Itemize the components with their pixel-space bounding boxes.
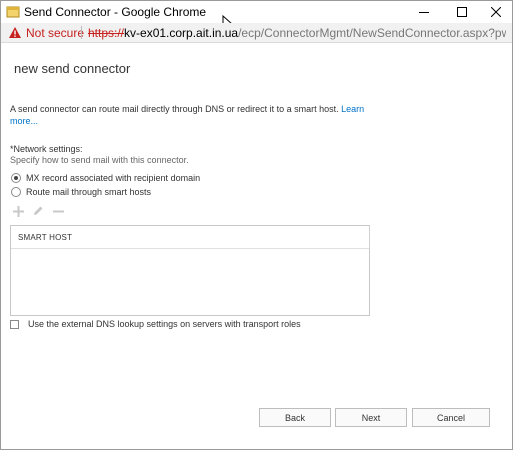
mx-record-radio[interactable] [11, 173, 21, 183]
smart-hosts-label: Route mail through smart hosts [26, 187, 152, 197]
external-dns-label: Use the external DNS lookup settings on … [28, 319, 301, 329]
edit-icon [34, 206, 43, 215]
external-dns-option[interactable]: Use the external DNS lookup settings on … [10, 319, 301, 329]
mx-record-label: MX record associated with recipient doma… [26, 173, 201, 183]
browser-window: Send Connector - Google Chrome Not secur… [0, 0, 513, 450]
intro-text: A send connector can route mail directly… [10, 103, 365, 127]
network-settings-label: *Network settings: [10, 144, 83, 154]
close-icon [491, 7, 501, 17]
external-dns-checkbox[interactable] [10, 319, 19, 329]
warning-icon [9, 27, 21, 38]
intro-body: A send connector can route mail directly… [10, 104, 342, 114]
address-bar[interactable]: Not secure https://kv-ex01.corp.ait.in.u… [1, 23, 512, 43]
table-header: SMART HOST [11, 226, 370, 249]
divider [81, 26, 82, 39]
remove-button[interactable] [51, 204, 65, 218]
title-bar[interactable]: Send Connector - Google Chrome [1, 1, 513, 31]
next-button[interactable]: Next [335, 408, 407, 427]
page-icon [6, 6, 20, 18]
maximize-icon [457, 7, 467, 17]
maximize-button[interactable] [445, 1, 479, 23]
url-text[interactable]: https://kv-ex01.corp.ait.in.ua/ecp/Conne… [88, 26, 506, 40]
option-smart-hosts[interactable]: Route mail through smart hosts [11, 186, 151, 198]
add-button[interactable] [11, 204, 25, 218]
minimize-icon [419, 12, 429, 13]
window-title: Send Connector - Google Chrome [24, 5, 207, 19]
cancel-button[interactable]: Cancel [412, 408, 490, 427]
security-status[interactable]: Not secure [26, 26, 84, 40]
smart-hosts-radio[interactable] [11, 187, 21, 197]
smart-host-column-header[interactable]: SMART HOST [11, 226, 370, 249]
close-button[interactable] [479, 1, 513, 23]
smart-host-table[interactable]: SMART HOST [10, 225, 370, 316]
url-path: /ecp/ConnectorMgmt/NewSendConnector.aspx… [238, 26, 506, 40]
network-settings-hint: Specify how to send mail with this conne… [10, 155, 189, 165]
option-mx-record[interactable]: MX record associated with recipient doma… [11, 172, 200, 184]
minimize-button[interactable] [407, 1, 441, 23]
add-icon [12, 205, 24, 217]
column-label: SMART HOST [18, 233, 73, 242]
url-host: kv-ex01.corp.ait.in.ua [124, 26, 239, 40]
page-title: new send connector [14, 61, 131, 76]
url-scheme: https:// [88, 26, 125, 40]
smart-host-toolbar [11, 204, 71, 218]
edit-button[interactable] [31, 204, 45, 218]
remove-icon [52, 210, 64, 212]
back-button[interactable]: Back [259, 408, 331, 427]
